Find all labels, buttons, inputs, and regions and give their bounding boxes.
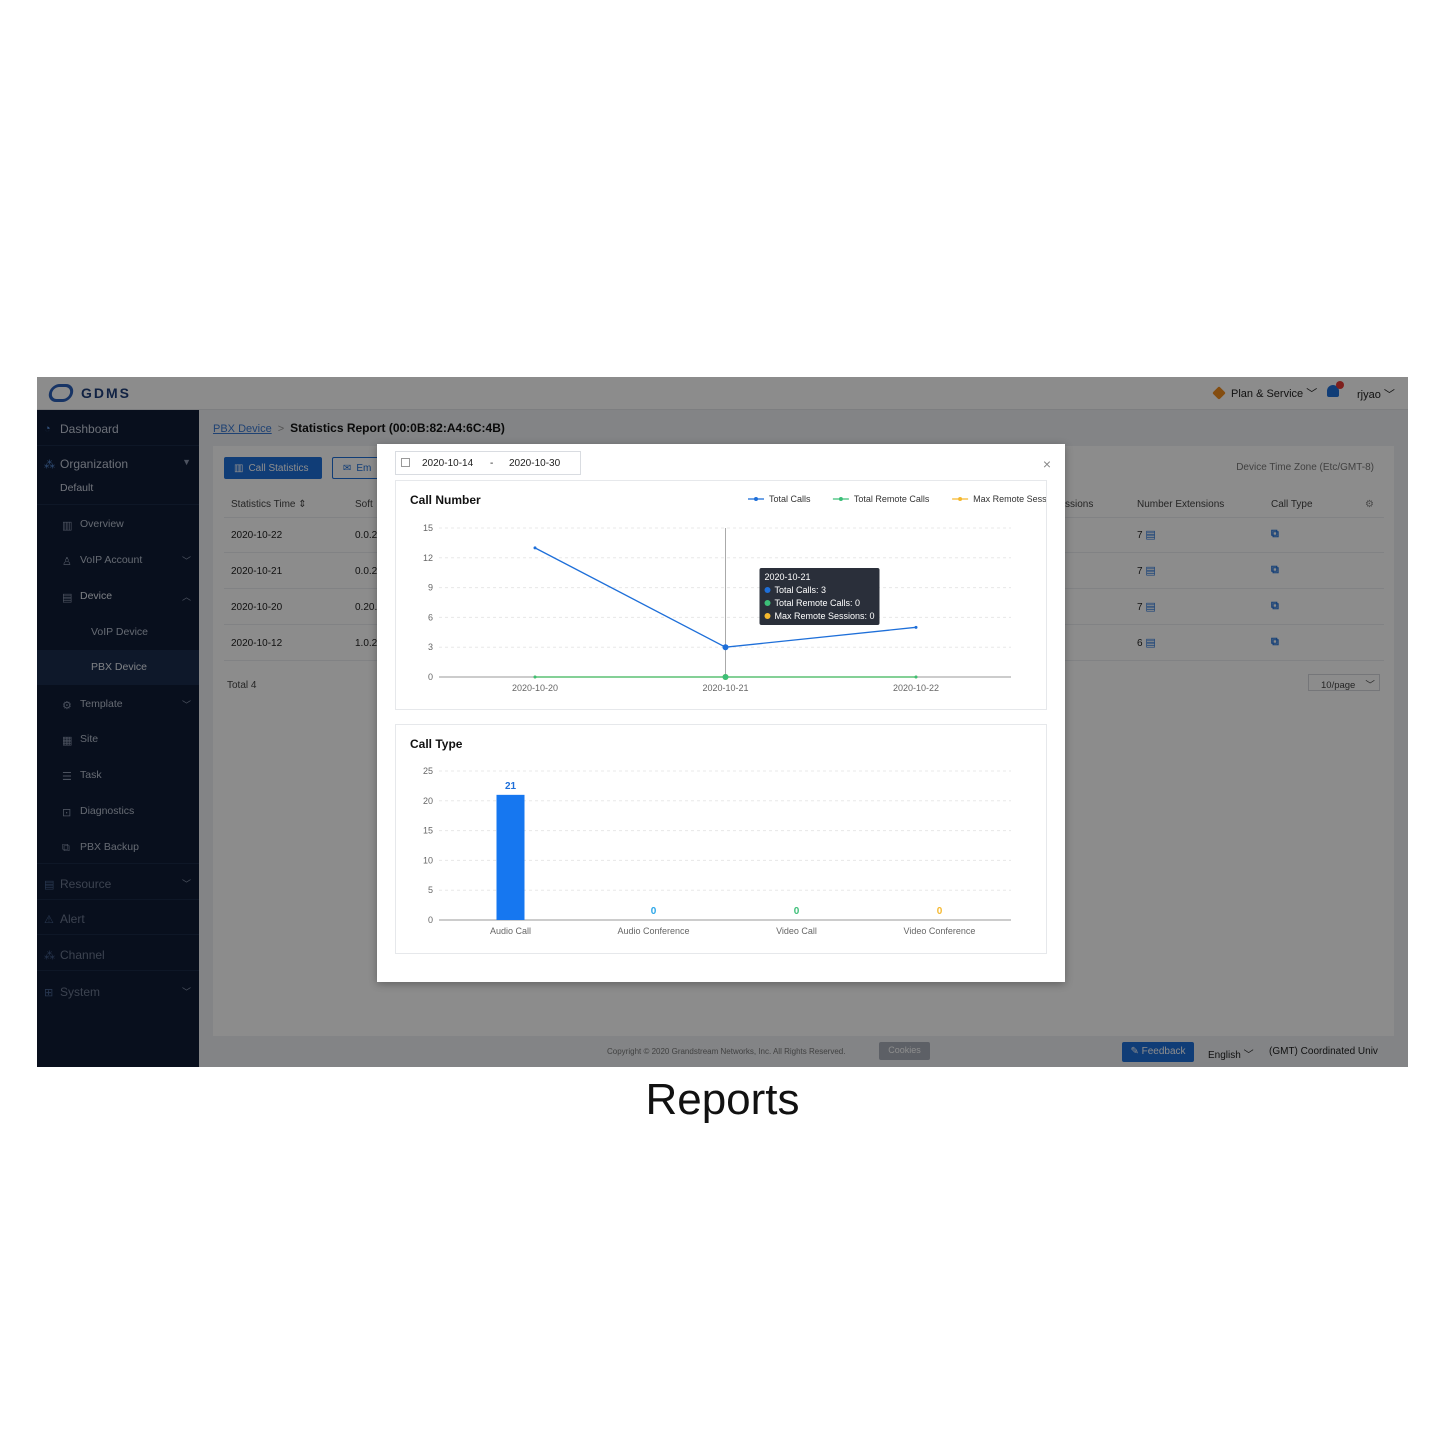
x-tick-label: 2020-10-20 <box>512 683 558 693</box>
y-tick-label: 0 <box>428 672 433 682</box>
date-end[interactable]: 2020-10-30 <box>509 458 560 469</box>
bar-value-label: 0 <box>651 906 657 917</box>
legend-dot <box>838 497 843 501</box>
call-type-card: Call Type 0 5 10 15 20 25 21 Audio Call 0 Audio C… <box>395 724 1047 954</box>
bar-value-label: 21 <box>505 781 517 792</box>
y-tick-label: 10 <box>423 855 433 865</box>
bar-value-label: 0 <box>937 906 943 917</box>
calendar-icon <box>401 458 410 467</box>
data-point <box>722 644 729 651</box>
x-tick-label: Audio Conference <box>617 926 689 936</box>
data-point <box>914 675 918 679</box>
legend-label: Total Calls <box>769 494 811 504</box>
y-tick-label: 6 <box>428 612 433 622</box>
call-number-card: Call Number 0 3 6 9 12 15 2020-10-20 2020-10-21… <box>395 480 1047 710</box>
statistics-modal: 2020-10-14 - 2020-10-30 × Call Number 03… <box>377 444 1065 982</box>
tooltip-dot <box>764 613 771 619</box>
close-icon[interactable]: × <box>1043 456 1051 472</box>
y-tick-label: 9 <box>428 583 433 593</box>
y-tick-label: 0 <box>428 915 433 925</box>
y-tick-label: 25 <box>423 766 433 776</box>
data-point <box>533 546 537 550</box>
x-tick-label: Video Call <box>776 926 817 936</box>
call-type-chart: 0 5 10 15 20 25 21 Audio Call 0 Audio Conference 0… <box>423 766 1011 936</box>
app-screenshot: GDMS Plan & Service ﹀ rjyao ﹀ ◔ Dashboard… <box>37 377 1408 1067</box>
date-separator: - <box>490 458 494 469</box>
bar-audio-call <box>496 794 525 920</box>
call-number-chart: 0 3 6 9 12 15 2020-10-20 2020-10-21 2020-10-22 To… <box>423 494 1046 693</box>
y-tick-label: 5 <box>428 885 433 895</box>
tooltip-line: Total Remote Calls: 0 <box>775 598 861 608</box>
x-tick-label: 2020-10-22 <box>893 683 939 693</box>
data-point <box>722 674 729 680</box>
y-tick-label: 3 <box>428 642 433 652</box>
y-tick-label: 15 <box>423 826 433 836</box>
data-point <box>533 675 537 679</box>
y-tick-label: 12 <box>423 553 433 563</box>
y-tick-label: 15 <box>423 523 433 533</box>
data-point <box>914 625 918 629</box>
tooltip-dot <box>764 587 771 593</box>
legend-dot <box>958 497 963 501</box>
x-tick-label: Audio Call <box>490 926 531 936</box>
x-tick-label: Video Conference <box>904 926 976 936</box>
date-start[interactable]: 2020-10-14 <box>422 458 473 469</box>
legend-dot <box>754 497 758 501</box>
bar-value-label: 0 <box>794 906 800 917</box>
legend-label: Total Remote Calls <box>854 494 930 504</box>
tooltip-dot <box>764 600 771 606</box>
tooltip-line: Max Remote Sessions: 0 <box>775 611 875 621</box>
date-range-picker[interactable]: 2020-10-14 - 2020-10-30 <box>395 451 581 475</box>
y-tick-label: 20 <box>423 796 433 806</box>
legend-label: Max Remote Sessions <box>973 494 1046 504</box>
caption: Reports <box>645 1075 800 1124</box>
tooltip-line: Total Calls: 3 <box>775 585 827 595</box>
tooltip-title: 2020-10-21 <box>765 572 811 582</box>
x-tick-label: 2020-10-21 <box>702 683 748 693</box>
